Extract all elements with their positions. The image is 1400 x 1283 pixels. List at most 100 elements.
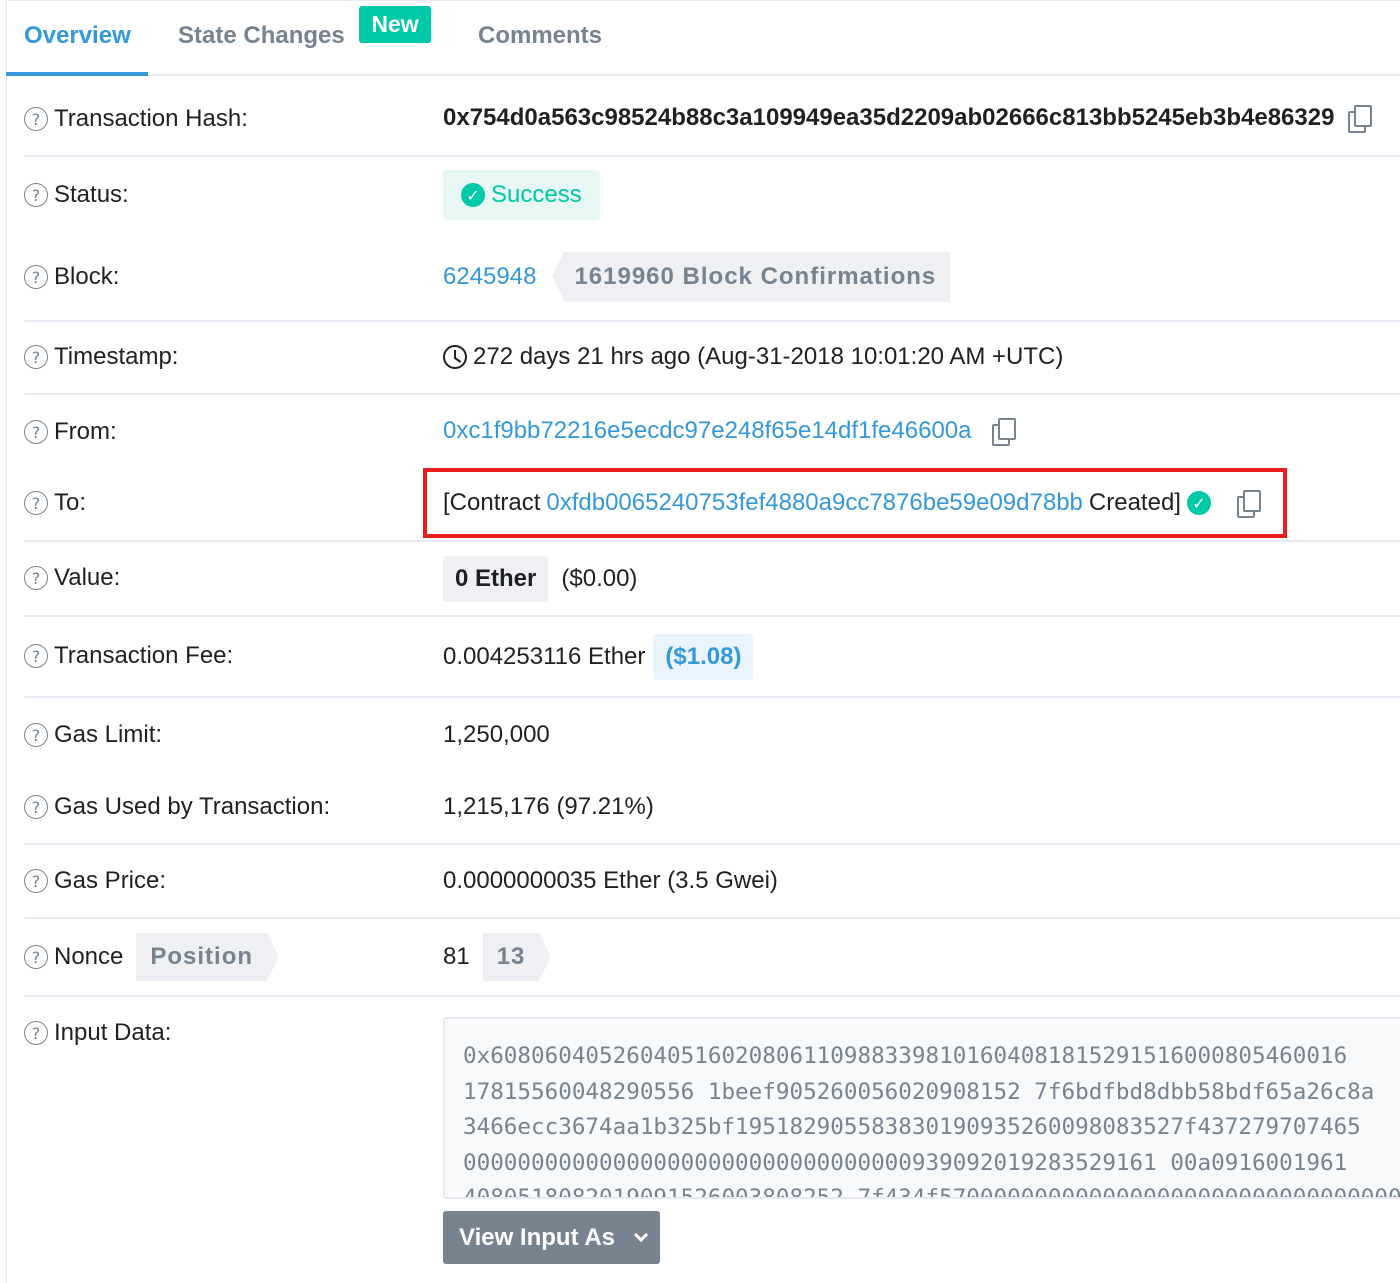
check-circle-icon: ✓ [461, 183, 485, 207]
gas-limit-value-row: 1,250,000 [443, 721, 550, 749]
block-confirmations-text: 1619960 Block Confirmations [574, 263, 937, 290]
value-value-row: 0 Ether ($0.00) [443, 556, 637, 602]
fee-value-row: 0.004253116 Ether ($1.08) [443, 634, 754, 680]
block-label: ? Block: [24, 263, 119, 291]
help-icon[interactable]: ? [24, 566, 48, 590]
to-contract-suffix: Created] [1088, 489, 1181, 516]
from-address-link[interactable]: 0xc1f9bb72216e5ecdc97e248f65e14df1fe4660… [443, 417, 972, 445]
divider [24, 615, 1400, 617]
timestamp-value: 272 days 21 hrs ago (Aug-31-2018 10:01:2… [473, 343, 1064, 370]
view-input-as-button[interactable]: View Input As [443, 1211, 660, 1264]
copy-icon[interactable] [1348, 105, 1373, 133]
help-icon[interactable]: ? [24, 869, 48, 893]
gas-used-label-text: Gas Used by Transaction: [54, 793, 331, 820]
help-icon[interactable]: ? [24, 644, 48, 668]
help-icon[interactable]: ? [24, 1021, 48, 1045]
input-data-line: 4080518082019091526003808252 7f434f57000… [463, 1185, 1400, 1199]
value-label-text: Value: [54, 564, 121, 591]
block-label-text: Block: [54, 263, 120, 290]
chevron-down-icon [633, 1227, 649, 1242]
timestamp-label-text: Timestamp: [54, 343, 179, 370]
block-value-row: 6245948 1619960 Block Confirmations [443, 252, 951, 302]
divider [24, 155, 1400, 157]
gas-limit-label-text: Gas Limit: [54, 721, 163, 748]
input-data-line: 3466ecc3674aa1b325bf19518290558383019093… [463, 1114, 1361, 1141]
gas-limit-label: ? Gas Limit: [24, 721, 162, 749]
help-icon[interactable]: ? [24, 265, 48, 289]
divider [24, 540, 1400, 542]
nonce-label: ? Nonce Position [24, 933, 279, 981]
input-data-line: 17815560048290556 1beef90526005602090815… [463, 1078, 1375, 1105]
position-value: 13 [496, 943, 526, 970]
help-icon[interactable]: ? [24, 491, 48, 515]
tx-hash-value-row: 0x754d0a563c98524b88c3a109949ea35d2209ab… [443, 104, 1373, 133]
nonce-value-row: 81 13 [443, 933, 552, 981]
ether-amount: 0 Ether [455, 565, 537, 592]
from-label-text: From: [54, 418, 117, 445]
input-data-label: ? Input Data: [24, 1019, 171, 1047]
fee-label-text: Transaction Fee: [54, 642, 234, 669]
divider [24, 393, 1400, 395]
from-value-row: 0xc1f9bb72216e5ecdc97e248f65e14df1fe4660… [443, 417, 1016, 446]
gas-price-value: 0.0000000035 Ether (3.5 Gwei) [443, 867, 778, 894]
gas-price-label: ? Gas Price: [24, 867, 166, 895]
tab-overview[interactable]: Overview [24, 22, 131, 50]
divider [24, 843, 1400, 845]
block-number-link[interactable]: 6245948 [443, 263, 536, 291]
status-text: Success [491, 181, 582, 208]
help-icon[interactable]: ? [24, 723, 48, 747]
status-label: ? Status: [24, 181, 129, 209]
gas-used-label: ? Gas Used by Transaction: [24, 793, 330, 821]
from-label: ? From: [24, 418, 117, 446]
tx-hash-label: ? Transaction Hash: [24, 105, 248, 133]
help-icon[interactable]: ? [24, 945, 48, 969]
status-label-text: Status: [54, 181, 129, 208]
status-value-row: ✓ Success [443, 170, 600, 220]
input-data-textarea[interactable]: 0x60806040526040516020806110988339810160… [443, 1017, 1400, 1199]
tx-hash-value: 0x754d0a563c98524b88c3a109949ea35d2209ab… [443, 104, 1335, 131]
tx-hash-label-text: Transaction Hash: [54, 105, 248, 132]
fee-usd: ($1.08) [665, 643, 742, 670]
fee-usd-badge: ($1.08) [653, 634, 754, 680]
help-icon[interactable]: ? [24, 345, 48, 369]
help-icon[interactable]: ? [24, 420, 48, 444]
input-data-label-text: Input Data: [54, 1019, 172, 1046]
divider [24, 995, 1400, 997]
active-tab-indicator [6, 72, 148, 76]
view-input-as-label: View Input As [459, 1223, 616, 1251]
value-usd: ($0.00) [561, 565, 638, 592]
timestamp-label: ? Timestamp: [24, 343, 178, 371]
tab-bar: Overview State Changes New Comments [6, 0, 1400, 76]
gas-limit-value: 1,250,000 [443, 721, 550, 748]
copy-icon[interactable] [991, 418, 1016, 446]
help-icon[interactable]: ? [24, 107, 48, 131]
divider [24, 917, 1400, 919]
copy-icon[interactable] [1236, 490, 1261, 518]
gas-price-label-text: Gas Price: [54, 867, 167, 894]
new-badge: New [359, 6, 431, 43]
gas-used-value: 1,215,176 (97.21%) [443, 793, 654, 820]
block-confirmations-badge: 1619960 Block Confirmations [552, 252, 951, 302]
fee-amount: 0.004253116 Ether [443, 643, 646, 670]
help-icon[interactable]: ? [24, 183, 48, 207]
to-contract-prefix: [Contract [443, 489, 541, 516]
help-icon[interactable]: ? [24, 795, 48, 819]
nonce-value: 81 [443, 943, 470, 970]
to-value-row: [Contract 0xfdb0065240753fef4880a9cc7876… [443, 489, 1261, 518]
divider [24, 696, 1400, 698]
to-label-text: To: [54, 489, 87, 516]
input-data-line: 0000000000000000000000000000000009390920… [463, 1149, 1348, 1176]
fee-label: ? Transaction Fee: [24, 642, 233, 670]
timestamp-value-row: 272 days 21 hrs ago (Aug-31-2018 10:01:2… [443, 343, 1063, 371]
nonce-label-text: Nonce [54, 943, 124, 970]
verified-check-icon: ✓ [1186, 491, 1211, 515]
tab-comments[interactable]: Comments [478, 22, 602, 50]
tab-state-changes[interactable]: State Changes [178, 22, 345, 50]
contract-address-link[interactable]: 0xfdb0065240753fef4880a9cc7876be59e09d78… [546, 489, 1083, 517]
gas-price-value-row: 0.0000000035 Ether (3.5 Gwei) [443, 867, 778, 895]
input-data-line: 0x60806040526040516020806110988339810160… [463, 1043, 1348, 1069]
status-badge: ✓ Success [443, 170, 600, 220]
clock-icon [443, 345, 467, 369]
to-label: ? To: [24, 489, 86, 517]
position-label-text: Position [150, 943, 254, 970]
